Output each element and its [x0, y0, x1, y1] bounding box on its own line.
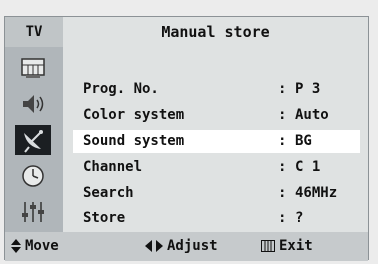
tv-osd-menu: TV Manual store Prog. No.: P 3 Color sy… — [4, 16, 369, 261]
row-store[interactable]: Store : ? — [73, 207, 360, 230]
sidebar-item-channel[interactable] — [15, 125, 51, 155]
row-separator: : — [278, 159, 287, 175]
row-search[interactable]: Search : 46MHz — [73, 182, 360, 205]
row-separator: : — [278, 133, 287, 149]
hint-move-label: Move — [25, 238, 59, 254]
row-prog-no[interactable]: Prog. No. : P 3 — [73, 78, 360, 101]
row-label: Color system — [83, 107, 185, 123]
hint-move: Move — [11, 238, 59, 254]
title-bar: TV Manual store — [5, 17, 368, 47]
clock-icon — [22, 165, 44, 187]
row-value: Auto — [295, 107, 329, 123]
row-label: Prog. No. — [83, 81, 159, 97]
satellite-dish-icon — [24, 130, 43, 153]
row-value: P 3 — [295, 81, 321, 97]
sidebar-item-time[interactable] — [15, 161, 51, 191]
row-label: Store — [83, 210, 126, 226]
menu-title: Manual store — [161, 23, 270, 41]
sidebar-item-picture[interactable] — [15, 53, 51, 83]
picture-icon — [21, 58, 45, 78]
row-separator: : — [278, 107, 287, 123]
hint-exit-label: Exit — [279, 238, 313, 254]
row-separator: : — [278, 185, 287, 201]
row-color-system[interactable]: Color system : Auto — [73, 104, 360, 127]
settings-panel: Prog. No. : P 3 Color system : Auto Soun… — [63, 47, 368, 232]
row-value: 46MHz — [295, 185, 338, 201]
sidebar-item-setup[interactable] — [15, 197, 51, 227]
row-label: Channel — [83, 159, 143, 175]
tv-tag: TV — [5, 17, 63, 47]
sidebar-item-sound[interactable] — [15, 89, 51, 119]
row-channel[interactable]: Channel : C 1 — [73, 156, 360, 179]
hint-exit: Exit — [261, 238, 313, 254]
row-value: ? — [295, 210, 304, 226]
hint-adjust: Adjust — [145, 238, 218, 254]
footer-hints: Move Adjust Exit — [5, 232, 368, 261]
sidebar — [5, 47, 63, 232]
hint-adjust-label: Adjust — [167, 238, 218, 254]
row-label: Search — [83, 185, 134, 201]
up-down-arrow-icon — [11, 239, 21, 253]
row-label: Sound system — [83, 133, 185, 149]
row-value: BG — [295, 133, 312, 149]
row-value: C 1 — [295, 159, 321, 175]
menu-icon — [261, 240, 275, 252]
row-sound-system[interactable]: Sound system : BG — [73, 130, 360, 153]
row-separator: : — [278, 81, 287, 97]
equalizer-icon — [22, 202, 44, 222]
left-right-arrow-icon — [145, 240, 163, 252]
row-separator: : — [278, 210, 287, 226]
speaker-icon — [23, 95, 44, 113]
